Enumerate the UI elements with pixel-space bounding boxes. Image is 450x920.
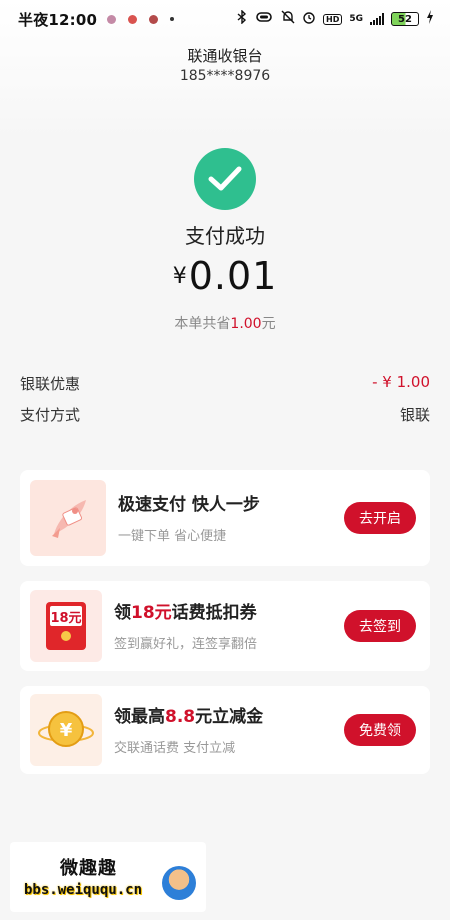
card-subtitle: 交联通话费 支付立减: [114, 740, 236, 756]
savings-prefix: 本单共省: [174, 316, 231, 332]
vibrate-icon: [254, 10, 274, 28]
coupon-envelope-icon: 18元: [30, 590, 102, 662]
gold-coin-icon: ¥: [30, 694, 102, 766]
charging-icon: [426, 10, 434, 28]
promo-card-coupon[interactable]: 18元 领18元话费抵扣券 签到赢好礼，连签享翻倍 去签到: [20, 581, 430, 671]
paid-amount: ¥0.01: [0, 254, 450, 298]
card-title-prefix: 领: [114, 602, 131, 623]
signal-icon: [370, 13, 384, 25]
card-subtitle: 一键下单 省心便捷: [118, 528, 227, 544]
site-watermark: 微趣趣 bbs.weiququ.cn: [10, 842, 206, 912]
notification-icons: [107, 14, 175, 24]
more-notifications-dot-icon: [170, 17, 175, 21]
enable-express-pay-button[interactable]: 去开启: [344, 502, 416, 534]
detail-row-discount: 银联优惠 - ¥ 1.00: [20, 373, 430, 394]
mute-bell-icon: [281, 10, 295, 28]
phone-number: 185****8976: [179, 68, 271, 84]
battery-level: 52: [398, 13, 412, 25]
currency-symbol: ¥: [172, 264, 187, 289]
amount-value: 0.01: [188, 254, 278, 298]
alarm-icon: [302, 10, 316, 28]
card-title-prefix: 领最高: [114, 706, 165, 727]
hd-icon: HD: [323, 13, 343, 25]
card-title-suffix: 元立减金: [195, 706, 264, 727]
page-header: 联通收银台 185****8976: [0, 46, 450, 86]
battery-icon: 52: [391, 12, 419, 26]
page-title: 联通收银台: [187, 47, 263, 65]
card-title-highlight: 18元: [131, 602, 172, 623]
card-title: 极速支付 快人一步: [118, 494, 260, 515]
rocket-icon: [30, 480, 106, 556]
sign-in-button[interactable]: 去签到: [344, 610, 416, 642]
savings-amount: 1.00: [230, 316, 262, 332]
detail-value: - ¥ 1.00: [372, 373, 430, 391]
app-notification-icon: [128, 14, 138, 24]
watermark-title: 微趣趣: [60, 858, 117, 879]
mascot-icon: [162, 866, 196, 900]
bluetooth-icon: [237, 9, 247, 28]
app-notification-icon: [149, 14, 159, 24]
status-bar: 半夜12:00 HD 5G 52: [0, 0, 450, 38]
card-title: 领最高8.8元立减金: [114, 705, 344, 729]
card-title-highlight: 8.8: [165, 706, 196, 727]
detail-row-payment-method: 支付方式 银联: [20, 404, 430, 425]
detail-label: 支付方式: [20, 406, 81, 424]
coin-symbol: ¥: [60, 720, 73, 741]
detail-label: 银联优惠: [20, 375, 81, 393]
watermark-url: bbs.weiququ.cn: [24, 882, 143, 898]
network-type: 5G: [349, 14, 363, 24]
card-title: 领18元话费抵扣券: [114, 601, 344, 625]
payment-status-title: 支付成功: [185, 224, 265, 248]
card-title-suffix: 话费抵扣券: [171, 602, 257, 623]
coupon-amount-label: 18元: [50, 611, 81, 626]
claim-free-button[interactable]: 免费领: [344, 714, 416, 746]
check-circle-icon: [194, 148, 256, 210]
detail-value: 银联: [399, 406, 430, 424]
status-time: 半夜12:00: [18, 10, 98, 29]
savings-suffix: 元: [261, 316, 276, 332]
card-subtitle: 签到赢好礼，连签享翻倍: [114, 636, 258, 652]
savings-text: 本单共省1.00元: [0, 313, 450, 333]
promo-card-cashback[interactable]: ¥ 领最高8.8元立减金 交联通话费 支付立减 免费领: [20, 686, 430, 774]
app-notification-icon: [107, 14, 117, 24]
promo-card-express-pay[interactable]: 极速支付 快人一步 一键下单 省心便捷 去开启: [20, 470, 430, 566]
